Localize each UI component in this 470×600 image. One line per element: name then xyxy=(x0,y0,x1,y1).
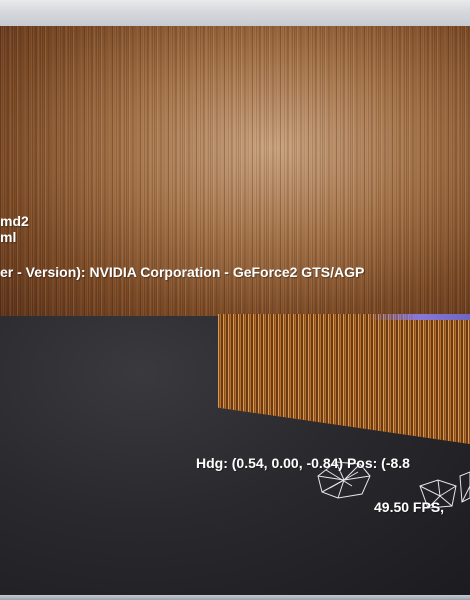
model-filename-text: md2 xyxy=(0,213,29,229)
render-viewport[interactable]: md2 ml er - Version): NVIDIA Corporation… xyxy=(0,26,470,595)
heading-position-text: Hdg: (0.54, 0.00, -0.84) Pos: (-8.8 xyxy=(196,455,410,471)
config-filename-text: ml xyxy=(0,229,17,245)
window-title-bar xyxy=(0,0,470,27)
fps-counter-text: 49.50 FPS, xyxy=(374,499,445,515)
renderer-version-text: er - Version): NVIDIA Corporation - GeFo… xyxy=(0,264,365,280)
window-bottom-border xyxy=(0,595,470,600)
